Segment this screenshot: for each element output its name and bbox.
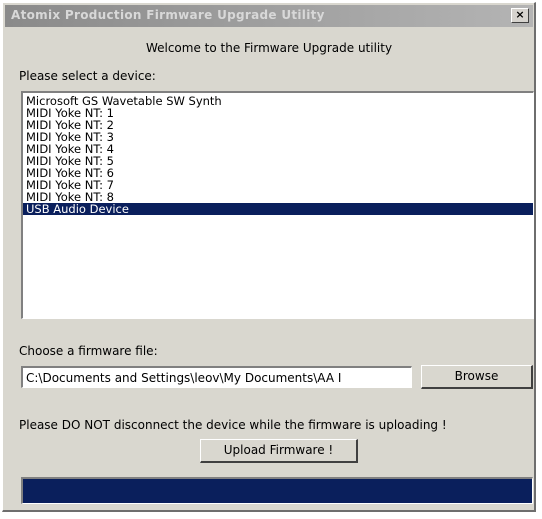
close-button[interactable]: × (511, 8, 529, 23)
device-list-items: Microsoft GS Wavetable SW Synth MIDI Yoke… (23, 93, 533, 215)
device-list[interactable]: Microsoft GS Wavetable SW Synth MIDI Yoke… (21, 91, 534, 319)
welcome-text: Welcome to the Firmware Upgrade utility (145, 41, 393, 55)
firmware-file-label: Choose a firmware file: (19, 344, 158, 358)
window-title: Atomix Production Firmware Upgrade Utili… (11, 8, 325, 22)
disconnect-warning: Please DO NOT disconnect the device whil… (19, 418, 447, 432)
device-select-label: Please select a device: (19, 69, 156, 83)
upload-firmware-button[interactable]: Upload Firmware ! (200, 439, 358, 463)
firmware-path-input[interactable] (21, 366, 412, 388)
browse-button[interactable]: Browse (421, 365, 533, 389)
device-list-item[interactable]: USB Audio Device (23, 203, 533, 215)
title-bar[interactable]: Atomix Production Firmware Upgrade Utili… (5, 5, 533, 27)
firmware-upgrade-window: Atomix Production Firmware Upgrade Utili… (2, 2, 536, 512)
upload-progress-bar (21, 477, 533, 504)
progress-fill (23, 479, 532, 503)
close-icon: × (515, 8, 525, 21)
